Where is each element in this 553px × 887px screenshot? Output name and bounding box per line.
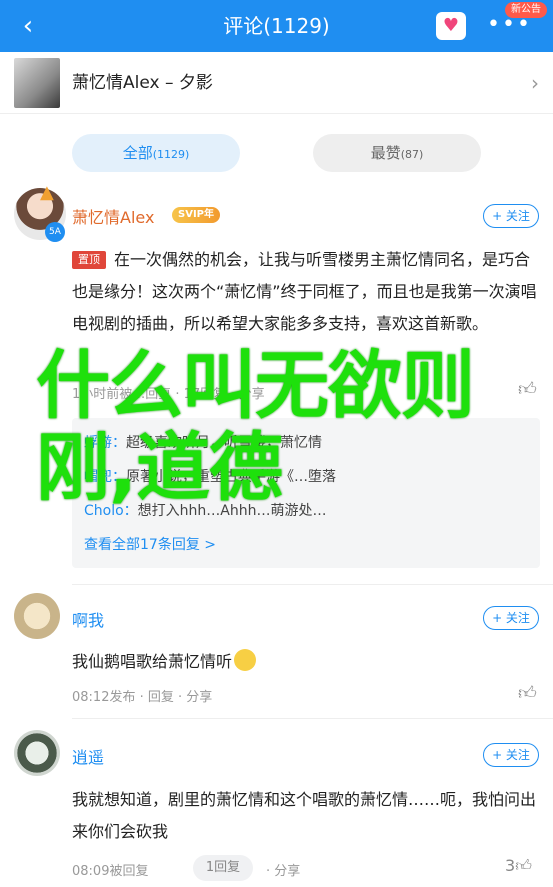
top-bar: ‹ 评论(1129) ♥ ••• 新公告 bbox=[0, 0, 553, 52]
share-link[interactable]: · 分享 bbox=[266, 860, 300, 879]
tab-all[interactable]: 全部(1129) bbox=[72, 134, 240, 172]
comment-text-content: 我仙鹅唱歌给萧忆情听 bbox=[72, 652, 233, 671]
tab-all-count: (1129) bbox=[152, 148, 190, 161]
avatar[interactable] bbox=[14, 730, 60, 776]
emoji-icon bbox=[234, 649, 257, 671]
follow-button[interactable]: + 关注 bbox=[483, 204, 539, 228]
comment-text: 我仙鹅唱歌给萧忆情听 bbox=[72, 646, 257, 678]
comment-meta: 08:09被回复 bbox=[72, 864, 149, 879]
tab-top[interactable]: 最赞(87) bbox=[313, 134, 481, 172]
like-button[interactable]: 3👍︎ bbox=[505, 856, 532, 876]
chevron-right-icon: › bbox=[531, 71, 539, 95]
thumbs-up-icon: 👍︎ bbox=[515, 856, 532, 875]
avatar[interactable] bbox=[14, 593, 60, 639]
song-row[interactable]: 萧忆情Alex – 夕影 › bbox=[0, 52, 553, 114]
comment-meta: 08:12发布 · 回复 · 分享 bbox=[72, 690, 213, 705]
tab-top-label: 最赞 bbox=[370, 144, 401, 162]
follow-button[interactable]: + 关注 bbox=[483, 743, 539, 767]
svip-badge: SVIP年 bbox=[172, 207, 220, 223]
comment-text: 在一次偶然的机会，让我与听雪楼男主萧忆情同名，是巧合也是缘分！这次两个“萧忆情”… bbox=[72, 250, 537, 333]
comment-username[interactable]: 啊我 bbox=[72, 607, 104, 631]
announcement-badge: 新公告 bbox=[505, 2, 547, 18]
thumbs-up-icon[interactable]: 👍︎ bbox=[518, 682, 537, 704]
fox-ear-icon: ▲ bbox=[40, 182, 54, 203]
comment-username[interactable]: 逍遥 bbox=[72, 744, 104, 768]
page-title: 评论(1129) bbox=[223, 14, 330, 38]
follow-button[interactable]: + 关注 bbox=[483, 606, 539, 630]
reply-count-button[interactable]: 1回复 bbox=[193, 855, 253, 881]
verified-badge-icon: 5A bbox=[45, 222, 65, 242]
overlay-caption: 什么叫无欲则刚,道德 bbox=[36, 343, 475, 511]
comment-username[interactable]: 萧忆情Alex bbox=[72, 204, 154, 228]
tab-all-label: 全部 bbox=[122, 144, 153, 162]
album-cover bbox=[14, 58, 60, 108]
like-count: 3 bbox=[505, 856, 516, 875]
song-title: 萧忆情Alex – 夕影 bbox=[72, 73, 213, 93]
comment-tabs: 全部(1129) 最赞(87) bbox=[0, 114, 553, 184]
divider bbox=[72, 584, 553, 585]
comment-text: 我就想知道，剧里的萧忆情和这个唱歌的萧忆情……呃，我怕问出来你们会砍我 bbox=[72, 790, 537, 841]
heart-icon: ♥ bbox=[442, 15, 460, 36]
divider bbox=[72, 718, 553, 719]
tab-top-count: (87) bbox=[400, 148, 424, 161]
view-all-replies-link[interactable]: 查看全部17条回复 > bbox=[84, 534, 216, 554]
heart-button[interactable]: ♥ bbox=[436, 12, 466, 40]
